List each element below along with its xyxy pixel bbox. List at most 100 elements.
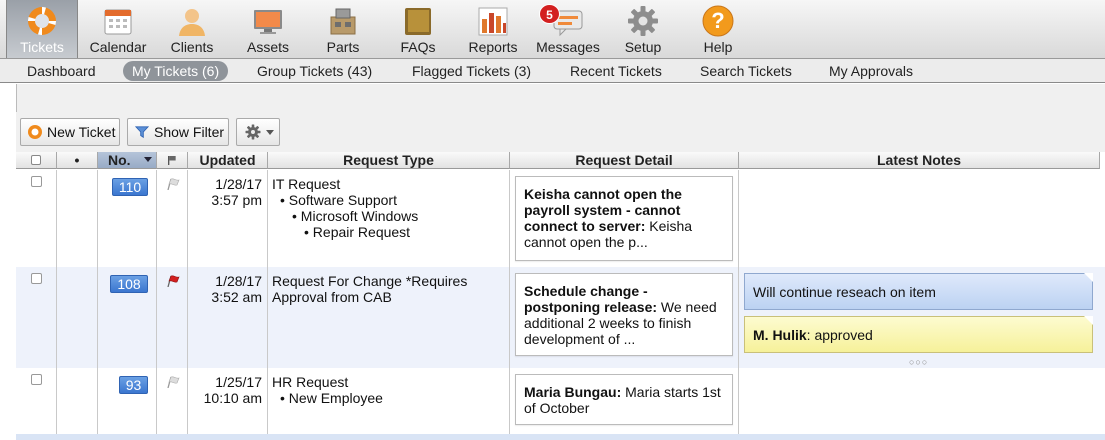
nav-label: Help (703, 39, 733, 55)
nav-label: Reports (468, 39, 518, 55)
gear-icon (628, 6, 658, 36)
subnav-flagged-tickets[interactable]: Flagged Tickets (3) (412, 61, 531, 81)
note-text: : approved (806, 327, 873, 343)
latest-notes-header[interactable]: Latest Notes (739, 152, 1100, 169)
svg-text:?: ? (711, 8, 724, 33)
nav-label: Setup (624, 39, 662, 55)
nav-label: Messages (536, 39, 600, 55)
row-checkbox[interactable] (31, 273, 42, 284)
updated-cell: 1/28/17 3:52 am (192, 273, 262, 305)
flag-icon[interactable] (166, 376, 180, 388)
updated-date: 1/28/17 (215, 176, 262, 192)
subnav-dashboard[interactable]: Dashboard (27, 61, 96, 81)
detail-title: Maria Bungau: (524, 384, 622, 400)
parts-box-icon (330, 8, 356, 35)
red-flag-icon[interactable] (166, 275, 180, 287)
nav-tickets[interactable]: Tickets (6, 0, 78, 58)
note-author: M. Hulik (753, 327, 807, 343)
request-type-level: • Repair Request (304, 224, 411, 240)
ticket-number[interactable]: 110 (112, 178, 148, 196)
flag-icon (168, 156, 176, 165)
nav-label: Calendar (89, 39, 147, 55)
number-header-label: No. (108, 152, 131, 168)
detail-title: Schedule change - postponing release: (524, 283, 658, 315)
nav-clients[interactable]: Clients (162, 0, 222, 58)
note-card[interactable]: Will continue reseach on item (744, 273, 1093, 310)
request-type-text: New Employee (288, 390, 383, 406)
show-filter-button[interactable]: Show Filter (127, 118, 229, 146)
nav-assets[interactable]: Assets (238, 0, 298, 58)
ticket-number[interactable]: 93 (119, 376, 148, 394)
updated-time: 3:57 pm (211, 192, 262, 208)
lifebuoy-icon (28, 7, 56, 35)
monitor-icon (254, 10, 282, 34)
updated-date: 1/25/17 (215, 374, 262, 390)
subnav-recent-tickets[interactable]: Recent Tickets (570, 61, 662, 81)
funnel-icon (135, 126, 149, 139)
nav-label: FAQs (400, 39, 436, 55)
subnav-search-tickets[interactable]: Search Tickets (700, 61, 792, 81)
table-row[interactable]: 110 1/28/17 3:57 pm IT Request • Softwar… (16, 170, 1105, 267)
row-checkbox[interactable] (31, 374, 42, 385)
nav-faqs[interactable]: FAQs (388, 0, 448, 58)
ticket-toolbar: New Ticket Show Filter (16, 112, 1105, 152)
nav-help[interactable]: ? Help (688, 0, 748, 58)
note-fold (1084, 273, 1093, 282)
updated-header[interactable]: Updated (188, 152, 268, 169)
subnav-my-approvals[interactable]: My Approvals (829, 61, 913, 81)
nav-parts[interactable]: Parts (313, 0, 373, 58)
flag-icon[interactable] (166, 178, 180, 190)
request-type-level: • Microsoft Windows (292, 208, 419, 224)
cell-divider (57, 267, 98, 368)
request-type-header[interactable]: Request Type (268, 152, 510, 169)
request-detail-card[interactable]: Keisha cannot open the payroll system - … (515, 176, 733, 261)
cell-divider (57, 170, 98, 267)
row-checkbox[interactable] (31, 176, 42, 187)
messages-badge: 5 (539, 4, 560, 24)
subnav-my-tickets[interactable]: My Tickets (6) (123, 61, 229, 81)
ticket-number[interactable]: 108 (110, 275, 148, 293)
request-detail-card[interactable]: Schedule change - postponing release: We… (515, 273, 733, 356)
request-type-level: HR Request (272, 374, 349, 390)
sub-navigation: Dashboard My Tickets (6) Group Tickets (… (0, 59, 1105, 83)
nav-calendar[interactable]: Calendar (84, 0, 152, 58)
show-filter-label: Show Filter (154, 124, 225, 140)
request-detail-header[interactable]: Request Detail (510, 152, 739, 169)
request-type-text: Request For Change *Requires Approval fr… (272, 273, 468, 305)
request-type-level: IT Request (272, 176, 341, 192)
gear-icon (245, 124, 261, 140)
bar-chart-icon (478, 7, 508, 36)
request-detail-card[interactable]: Maria Bungau: Maria starts 1st of Octobe… (515, 374, 733, 425)
sort-desc-icon (144, 157, 152, 162)
new-ticket-button[interactable]: New Ticket (20, 118, 120, 146)
note-card[interactable]: M. Hulik: approved (744, 316, 1093, 353)
calendar-icon (104, 9, 132, 35)
dot-header[interactable]: • (57, 152, 98, 169)
more-notes-icon[interactable]: ○○○ (909, 357, 928, 367)
person-icon (179, 9, 205, 36)
flag-header[interactable] (157, 152, 188, 169)
request-type-text: Microsoft Windows (300, 208, 419, 224)
caret-down-icon (266, 130, 274, 135)
updated-time: 3:52 am (211, 289, 262, 305)
question-icon: ? (702, 5, 734, 37)
nav-label: Tickets (20, 39, 64, 55)
note-fold (1084, 316, 1093, 325)
select-all-checkbox[interactable] (31, 155, 41, 165)
nav-reports[interactable]: Reports (463, 0, 523, 58)
nav-label: Clients (170, 39, 214, 55)
new-ticket-label: New Ticket (47, 124, 116, 140)
note-text: Will continue reseach on item (753, 284, 936, 300)
updated-date: 1/28/17 (215, 273, 262, 289)
subnav-group-tickets[interactable]: Group Tickets (43) (257, 61, 372, 81)
settings-menu-button[interactable] (236, 118, 280, 146)
updated-cell: 1/25/17 10:10 am (192, 374, 262, 406)
number-header[interactable]: No. (98, 152, 157, 169)
nav-label: Parts (326, 39, 360, 55)
nav-label: Assets (246, 39, 289, 55)
table-row[interactable]: 108 1/28/17 3:52 am Request For Change *… (16, 267, 1105, 368)
select-all-header[interactable] (16, 152, 57, 169)
table-row[interactable]: 93 1/25/17 10:10 am HR Request • New Emp… (16, 368, 1105, 434)
request-type-level: • Software Support (280, 192, 397, 208)
nav-setup[interactable]: Setup (613, 0, 673, 58)
